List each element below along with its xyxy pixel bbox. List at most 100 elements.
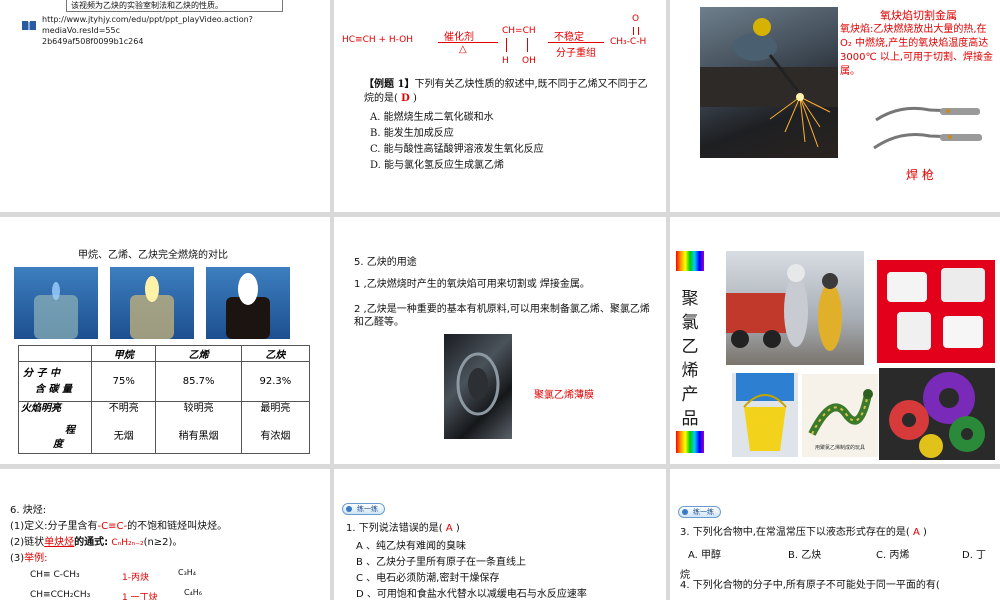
intermediate-bond-left	[506, 38, 507, 52]
reaction-heat: △	[459, 44, 467, 55]
video-note-box: 该视频为乙炔的实验室制法和乙炔的性质。	[66, 0, 283, 12]
smoke-ethylene: 稍有黑烟	[178, 431, 219, 442]
definition-triple-bond: -C≡C-	[97, 521, 128, 532]
cutting-description: 氧炔焰:乙炔燃烧放出大量的热,在 O₂ 中燃烧,产生的氧炔焰温度高达 3000℃…	[840, 24, 994, 77]
torch-label: 焊 枪	[906, 168, 934, 182]
slide-1-video-note[interactable]: 该视频为乙炔的实验室制法和乙炔的性质。 http://www.jtyhjy.co…	[0, 0, 330, 212]
formula-prefix: (2)链状	[10, 537, 45, 548]
pvc-vertical-title: 聚 氯 乙 烯 产 品	[676, 287, 704, 431]
carbon-label-a: 分 子 中	[23, 367, 60, 379]
alkyne-definition: (1)定义:分子里含有-C≡C-的不饱和链烃叫炔烃。	[10, 521, 227, 533]
question-3-option-a[interactable]: A. 甲醇	[688, 550, 721, 562]
pvc-bucket-photo	[732, 373, 798, 457]
reaction-catalyst: 催化剂	[444, 32, 474, 43]
slide-7-alkyne-definition[interactable]: 6. 炔烃: (1)定义:分子里含有-C≡C-的不饱和链烃叫炔烃。 (2)链状单…	[0, 469, 330, 600]
example-option-b[interactable]: B. 能发生加成反应	[370, 126, 544, 142]
intermediate-h: H	[502, 56, 509, 66]
table-row-label-flame: 火焰明亮 程 度	[18, 401, 92, 454]
pvc-film-photo	[444, 334, 512, 439]
carbon-acetylene: 92.3%	[240, 361, 311, 402]
definition-prefix: (1)定义:分子里含有	[10, 521, 98, 532]
example-option-d[interactable]: D. 能与氯化氢反应生成氯乙烯	[370, 158, 544, 174]
product-acetaldehyde: CH₃-C-H	[610, 37, 647, 47]
intermediate-bond-right	[527, 38, 528, 52]
example-label: 【例题 1】	[364, 79, 415, 90]
formula-key-term: 单炔烃	[44, 537, 75, 548]
carbon-ethylene: 85.7%	[155, 361, 242, 402]
example-butyne-formula: CH≡CCH₂CH₃	[30, 590, 91, 600]
question-1-option-b[interactable]: B 、乙炔分子里所有原子在一条直线上	[356, 555, 587, 571]
flame-photo-methane	[14, 267, 98, 339]
video-link-line-2: 2b649af508f0099b1c264	[42, 37, 144, 46]
question-3-suffix: )	[923, 527, 927, 538]
table-header-blank	[18, 345, 92, 362]
reaction-arrow-2	[548, 42, 604, 43]
question-3-answer: A	[913, 527, 920, 538]
slide-3-oxyacetylene-cutting[interactable]: 氧炔焰切割金属 氧炔焰:乙炔燃烧放出大量的热,在 O₂ 中燃烧,产生的氧炔焰温度…	[670, 0, 1000, 212]
question-1-option-c[interactable]: C 、电石必须防潮,密封干燥保存	[356, 571, 587, 587]
question-1-option-a[interactable]: A 、纯乙炔有难闻的臭味	[356, 539, 587, 555]
question-3-option-c[interactable]: C. 丙烯	[876, 550, 909, 562]
example-close: )	[412, 93, 417, 104]
book-icon	[22, 16, 36, 30]
alkyne-general-formula: (2)链状单炔烃的通式: CₙH₂ₙ₋₂(n≥2)。	[10, 537, 182, 549]
table-row-label-carbon: 分 子 中 含 碳 量	[18, 361, 92, 402]
examples-prefix: (3)	[10, 553, 25, 564]
flame-label-b: 程	[65, 425, 75, 436]
question-1-option-d[interactable]: D 、可用饱和食盐水代替水以减缓电石与水反应速率	[356, 587, 587, 600]
pvc-title-char-3: 乙	[681, 337, 699, 357]
example-propyne-name: 1-丙炔	[122, 573, 149, 583]
question-3-option-d[interactable]: D. 丁	[962, 550, 986, 562]
intermediate-ch-ch: CH=CH	[502, 26, 536, 36]
formula-tail: (n≥2)。	[143, 537, 183, 548]
flame-photo-ethylene	[110, 267, 194, 339]
question-3-option-b[interactable]: B. 乙炔	[788, 550, 821, 562]
use-1: 1 ,乙炔燃烧时产生的氧炔焰可用来切割或 焊接金属。	[354, 279, 590, 290]
alkyne-examples-heading: (3)举例:	[10, 553, 48, 565]
product-double-bond	[633, 27, 639, 35]
welding-torch-image	[870, 100, 990, 158]
example-propyne-formula: CH≡ C-CH₃	[30, 570, 80, 580]
pvc-title-char-4: 烯	[681, 361, 699, 381]
question-1-suffix: )	[455, 523, 460, 534]
pvc-toy-snake-photo: 用聚氯乙烯制成的玩具	[802, 374, 878, 457]
video-link[interactable]: http://www.jtyhjy.com/edu/ppt/ppt_playVi…	[42, 14, 327, 47]
pvc-title-char-6: 品	[681, 409, 699, 429]
flame-label-c: 度	[53, 439, 63, 450]
slide-9-practice-3-4[interactable]: 练一练 3. 下列化合物中,在常温常压下以液态形式存在的是( A ) A. 甲醇…	[670, 469, 1000, 600]
practice-question-1-options: A 、纯乙炔有难闻的臭味 B 、乙炔分子里所有原子在一条直线上 C 、电石必须防…	[356, 539, 587, 600]
table-header-methane: 甲烷	[90, 345, 157, 362]
example-answer: D	[401, 93, 410, 104]
table-header-acetylene: 乙炔	[240, 345, 311, 362]
alkyne-heading: 6. 炔烃:	[10, 505, 47, 516]
example-butyne-name: 1 一丁炔	[122, 593, 158, 600]
example-propyne-molecular: C₃H₄	[178, 568, 197, 577]
formula-expression: CₙH₂ₙ₋₂	[111, 538, 144, 548]
example-option-c[interactable]: C. 能与酸性高锰酸钾溶液发生氧化反应	[370, 142, 544, 158]
practice-tag: 练一练	[342, 503, 385, 515]
practice-question-3: 3. 下列化合物中,在常温常压下以液态形式存在的是( A )	[680, 527, 927, 539]
brightness-methane: 不明亮	[108, 403, 139, 414]
formula-mid: 的通式:	[74, 537, 109, 548]
slide-2-hydration-reaction[interactable]: HC≡CH + H-OH 催化剂 △ CH=CH H OH 不稳定 分子重组 O…	[334, 0, 666, 212]
pvc-title-char-5: 产	[681, 385, 699, 405]
flame-label-a: 火焰明亮	[21, 403, 61, 414]
flame-acetylene: 最明亮 有浓烟	[240, 401, 311, 454]
pvc-title-char-1: 聚	[681, 289, 699, 309]
example-option-a[interactable]: A. 能燃烧生成二氧化碳和水	[370, 110, 544, 126]
protective-suits-photo	[726, 251, 864, 365]
reaction-reactants: HC≡CH + H-OH	[342, 35, 414, 45]
slide-6-pvc-products[interactable]: 聚 氯 乙 烯 产 品 用聚氯乙烯制成的玩具	[670, 217, 1000, 464]
practice-question-1: 1. 下列说法错误的是( A )	[346, 523, 460, 535]
practice-question-4: 4. 下列化合物的分子中,所有原子不可能处于同一平面的有(	[680, 580, 940, 591]
slide-5-acetylene-uses[interactable]: 5. 乙炔的用途 1 ,乙炔燃烧时产生的氧炔焰可用来切割或 焊接金属。 2 ,乙…	[334, 217, 666, 464]
comparison-title: 甲烷、乙烯、乙炔完全燃烧的对比	[78, 250, 228, 261]
slide-8-practice-1[interactable]: 练一练 1. 下列说法错误的是( A ) A 、纯乙炔有难闻的臭味 B 、乙炔分…	[334, 469, 666, 600]
definition-suffix: 的不饱和链烃叫炔烃。	[127, 521, 228, 532]
example-1-question: 【例题 1】下列有关乙炔性质的叙述中,既不同于乙烯又不同于乙烷的是( D )	[364, 78, 654, 106]
example-options: A. 能燃烧生成二氧化碳和水 B. 能发生加成反应 C. 能与酸性高锰酸钾溶液发…	[370, 110, 544, 174]
practice-tag: 练一练	[678, 506, 721, 518]
use-2: 2 ,乙炔是一种重要的基本有机原料,可以用来制备氯乙烯、聚氯乙烯和乙醛等。	[354, 304, 650, 328]
slide-4-combustion-comparison[interactable]: 甲烷、乙烯、乙炔完全燃烧的对比 甲烷 乙烯 乙炔 分 子 中 含 碳 量 75%…	[0, 217, 330, 464]
question-1-answer: A	[445, 523, 453, 534]
